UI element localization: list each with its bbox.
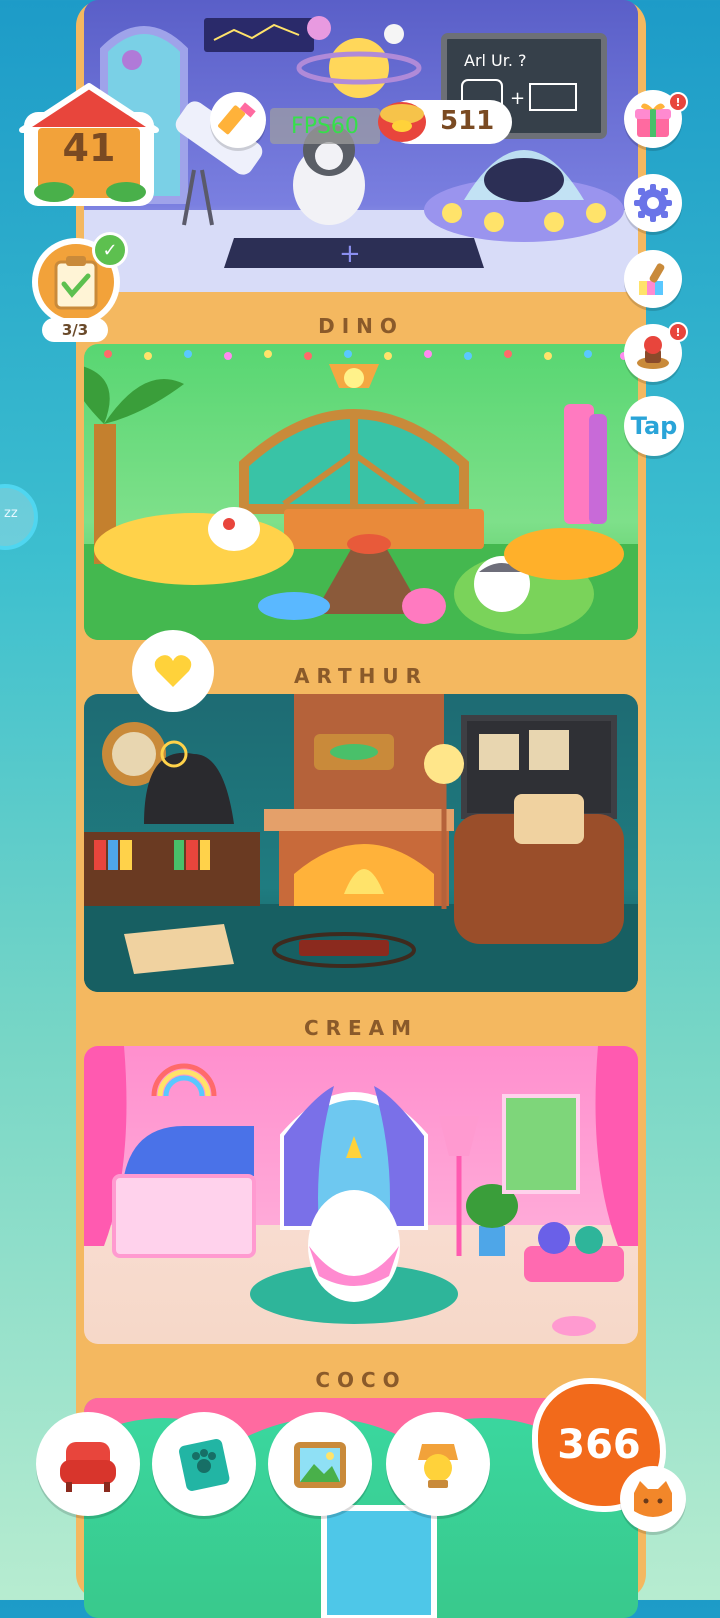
cats-button[interactable] — [620, 1466, 686, 1532]
sleep-icon: zz — [4, 506, 18, 521]
svg-text:+: + — [510, 88, 525, 109]
clipboard-check-icon — [54, 256, 98, 310]
string-lights — [84, 348, 638, 360]
cat-food-can-icon — [378, 102, 426, 142]
picture-frame-icon — [294, 1442, 346, 1488]
edit-name-button[interactable] — [210, 92, 266, 148]
room-label-dino[interactable]: DINO — [76, 304, 646, 348]
gift-notification: ! — [668, 92, 688, 112]
room-cream[interactable] — [84, 1046, 638, 1344]
hearts-value: 366 — [557, 1422, 641, 1468]
tasks-badge[interactable]: ✓ 3/3 — [28, 232, 128, 344]
paint-roller-icon — [639, 263, 665, 295]
cans-value: 511 — [440, 106, 495, 136]
svg-text:+: + — [339, 239, 361, 269]
settings-button[interactable] — [624, 174, 682, 232]
decorate-button[interactable] — [624, 250, 682, 308]
dino-room-scene — [84, 364, 638, 640]
room-dino[interactable] — [84, 344, 638, 640]
sleep-indicator[interactable]: zz — [0, 484, 38, 550]
tap-button[interactable]: Tap — [624, 396, 684, 456]
tasks-progress: 3/3 — [42, 318, 108, 342]
fps-counter: FPS60 — [270, 108, 380, 144]
gear-icon — [634, 184, 672, 222]
cat-face-icon — [634, 1481, 672, 1517]
lamp-button[interactable] — [386, 1412, 490, 1516]
pencil-icon — [218, 102, 256, 135]
room-tower: Arl Ur. ? + + DINO ARTHUR CREAM COCO — [76, 0, 646, 1618]
heart-bubble[interactable] — [132, 630, 214, 712]
stamp-icon — [637, 336, 669, 369]
task-complete-check: ✓ — [92, 232, 128, 268]
room-space[interactable]: Arl Ur. ? + + — [84, 0, 638, 292]
photo-album-button[interactable] — [268, 1412, 372, 1516]
collection-book-button[interactable] — [152, 1412, 256, 1516]
tap-label: Tap — [630, 412, 678, 440]
room-arthur[interactable] — [84, 694, 638, 992]
house-level-badge[interactable]: 41 — [18, 82, 160, 210]
gift-icon — [635, 103, 671, 137]
paw-book-icon — [179, 1439, 230, 1491]
armchair-icon — [60, 1442, 116, 1492]
house-level-value: 41 — [62, 126, 116, 170]
chalkboard-text: Arl Ur. ? — [464, 51, 527, 70]
furniture-button[interactable] — [36, 1412, 140, 1516]
heart-icon — [154, 655, 192, 687]
lamp-icon — [418, 1444, 458, 1488]
cans-counter[interactable]: 511 — [378, 100, 512, 144]
space-room-scene: Arl Ur. ? + + — [84, 16, 638, 292]
cream-room-scene — [84, 1046, 638, 1336]
room-label-cream[interactable]: CREAM — [76, 1006, 646, 1050]
arthur-room-scene — [84, 694, 638, 992]
stamp-notification: ! — [668, 322, 688, 342]
